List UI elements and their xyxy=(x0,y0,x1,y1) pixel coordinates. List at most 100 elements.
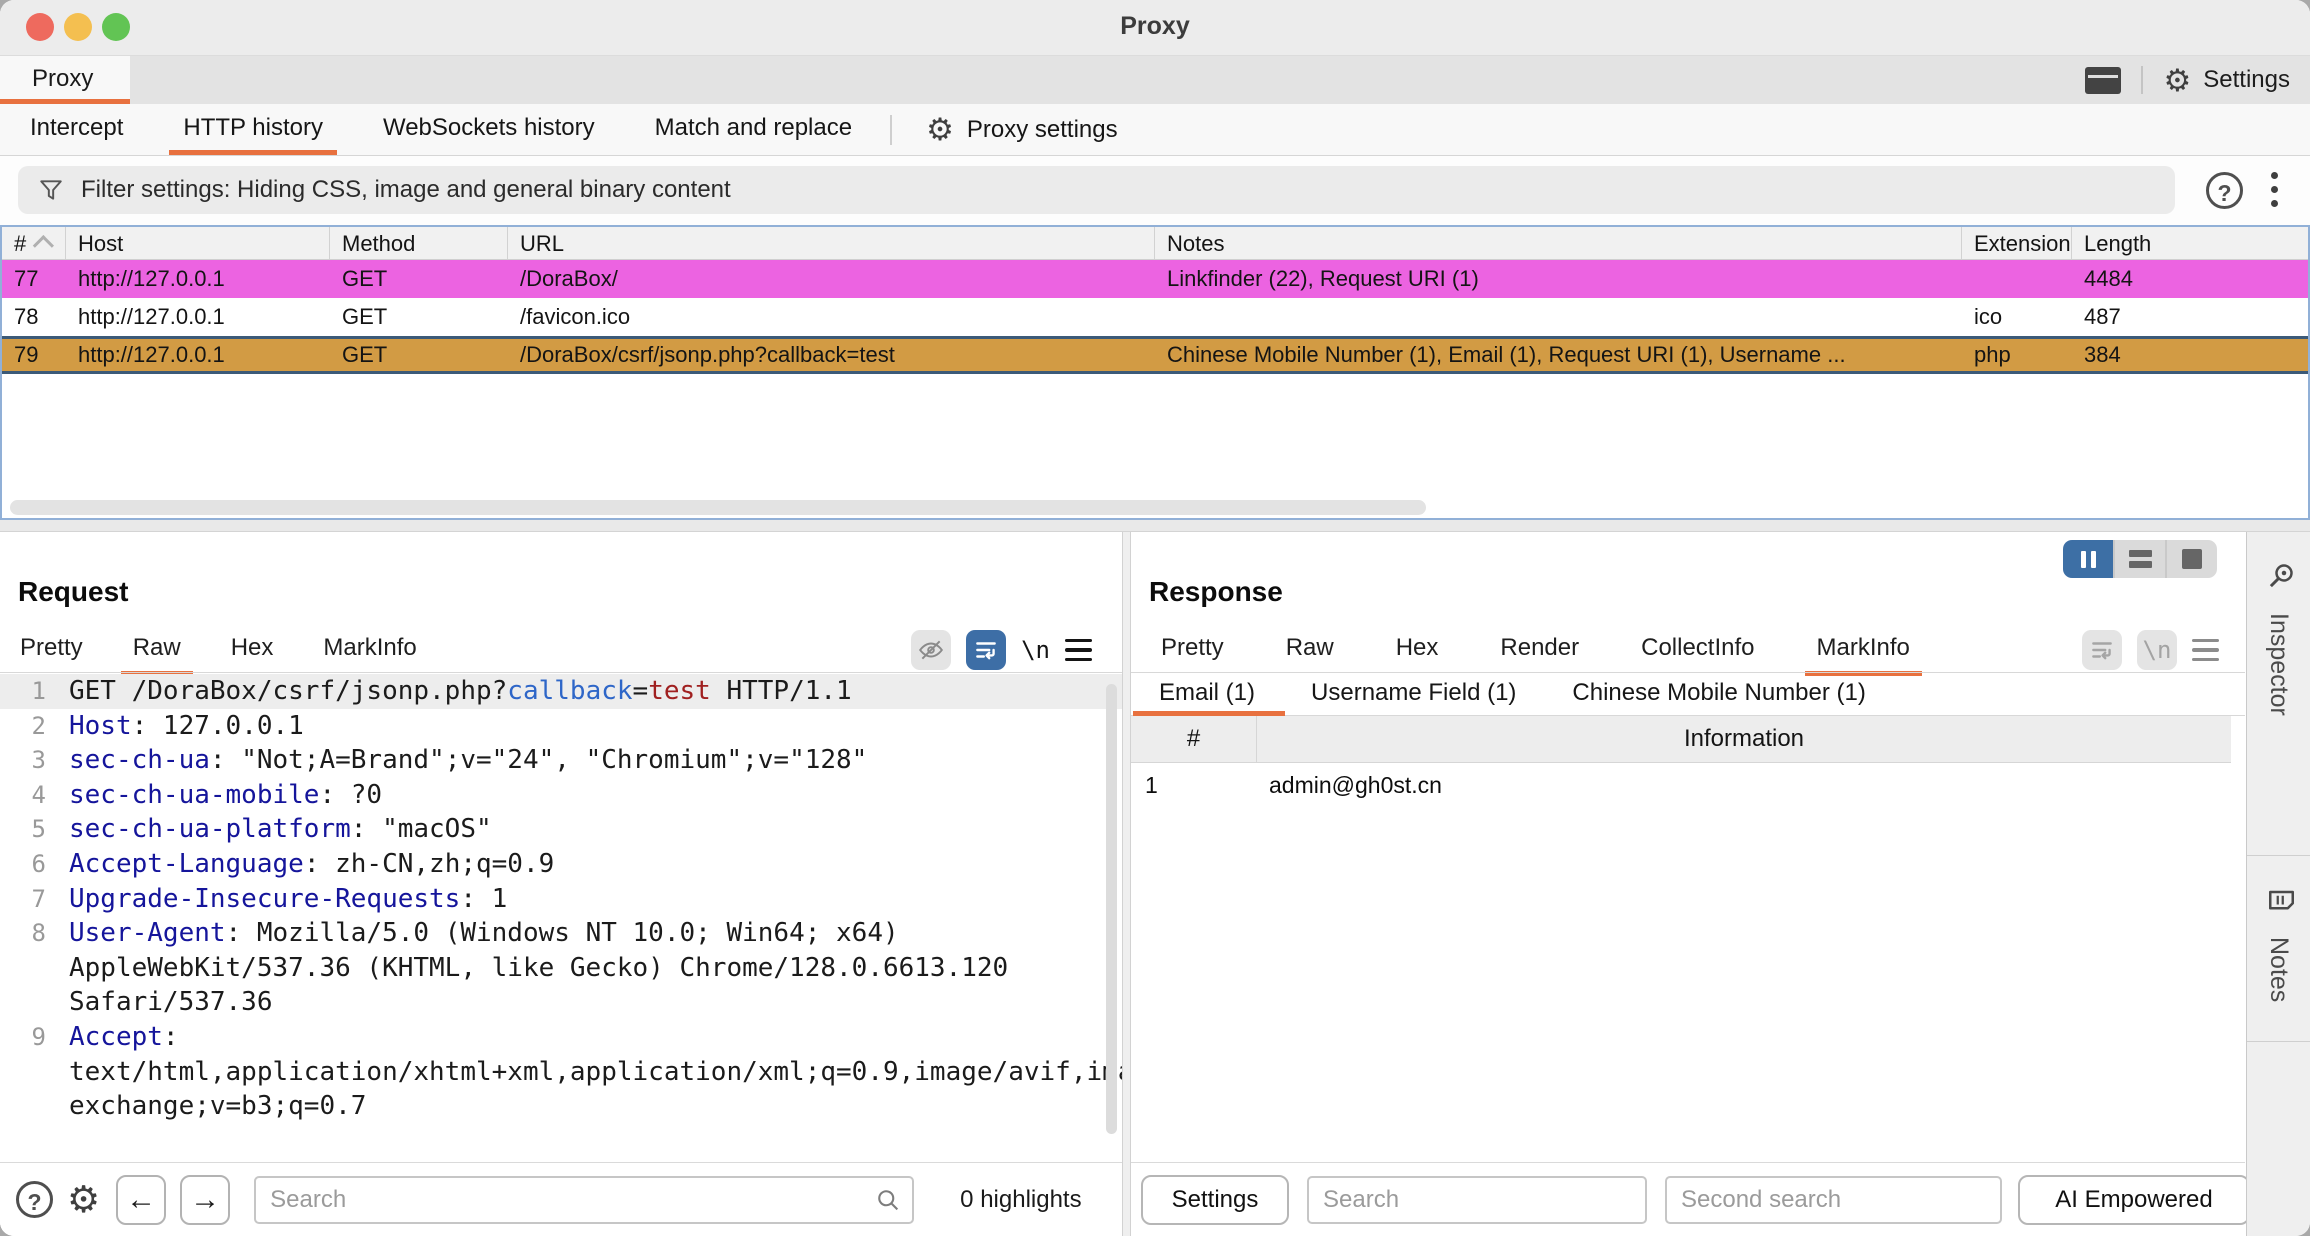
pause-icon[interactable] xyxy=(2063,540,2113,578)
response-tab-pretty[interactable]: Pretty xyxy=(1161,628,1224,672)
panel-layout-icon[interactable] xyxy=(2085,66,2122,94)
info-row[interactable]: 1 admin@gh0st.cn xyxy=(1131,763,2231,808)
request-line-8: 8 User-Agent: Mozilla/5.0 (Windows NT 10.… xyxy=(0,916,1122,1020)
inspector-icon xyxy=(2261,561,2296,591)
column-header-host[interactable]: Host xyxy=(66,227,330,259)
line-number: 2 xyxy=(31,711,46,740)
cell-length: 4484 xyxy=(2084,266,2133,291)
markinfo-search xyxy=(1307,1175,1647,1224)
subtab-http-history[interactable]: HTTP history xyxy=(153,104,353,155)
sort-asc-icon xyxy=(33,234,55,256)
cell-host: http://127.0.0.1 xyxy=(78,304,225,329)
right-sidebar: Inspector Notes xyxy=(2246,532,2310,1236)
cell-extension xyxy=(1962,260,2072,298)
line-content: User-Agent: Mozilla/5.0 (Windows NT 10.0… xyxy=(69,918,1024,1018)
menu-icon[interactable] xyxy=(2192,638,2219,662)
word-wrap-icon[interactable] xyxy=(2082,630,2122,670)
tab-proxy-settings[interactable]: ⚙ Proxy settings xyxy=(900,104,1144,155)
request-editor[interactable]: 1 GET /DoraBox/csrf/jsonp.php?callback=te… xyxy=(0,674,1122,1162)
markinfo-subtab-chinese-mobile-number-1[interactable]: Chinese Mobile Number (1) xyxy=(1572,674,1865,715)
hide-eye-icon[interactable] xyxy=(911,630,952,670)
history-row-78[interactable]: 78 http://127.0.0.1 GET/favicon.ico ico 487 xyxy=(2,298,2308,336)
layout-segmented-control xyxy=(2063,540,2217,578)
response-tab-raw[interactable]: Raw xyxy=(1286,628,1334,672)
markinfo-second-search-input[interactable] xyxy=(1667,1177,2000,1222)
cell-extension: php xyxy=(1974,342,2011,367)
split-rows-icon[interactable] xyxy=(2113,540,2165,578)
request-tab-pretty[interactable]: Pretty xyxy=(20,628,83,672)
subtab-match-and-replace[interactable]: Match and replace xyxy=(625,104,882,155)
markinfo-table-header: # Information xyxy=(1131,716,2231,763)
window-title: Proxy xyxy=(1120,12,1190,40)
tab-notes[interactable]: Notes xyxy=(2247,856,2310,1042)
line-number: 9 xyxy=(31,1022,46,1051)
funnel-icon xyxy=(40,180,62,200)
single-pane-icon[interactable] xyxy=(2165,540,2217,578)
request-line-6: 6 Accept-Language: zh-CN,zh;q=0.9 xyxy=(0,847,1122,882)
markinfo-subtab-email-1[interactable]: Email (1) xyxy=(1132,674,1286,716)
more-options-icon[interactable] xyxy=(2270,172,2278,210)
column-header-length[interactable]: Length xyxy=(2072,227,2308,259)
divider xyxy=(0,672,1122,673)
request-tab-hex[interactable]: Hex xyxy=(231,628,274,672)
markinfo-second-search xyxy=(1665,1175,2002,1224)
column-header-[interactable]: # xyxy=(2,227,66,259)
help-icon[interactable]: ? xyxy=(2206,172,2243,209)
ai-empowered-button[interactable]: AI Empowered xyxy=(2018,1174,2250,1225)
column-header-extension[interactable]: Extension xyxy=(1962,227,2072,259)
markinfo-settings-button[interactable]: Settings xyxy=(1141,1174,1289,1225)
horizontal-scrollbar[interactable] xyxy=(10,500,1426,515)
info-cell: admin@gh0st.cn xyxy=(1269,772,1442,798)
splitter-vertical[interactable] xyxy=(1122,532,1131,1236)
response-tab-collectinfo[interactable]: CollectInfo xyxy=(1641,628,1754,672)
tab-inspector[interactable]: Inspector xyxy=(2247,532,2310,856)
info-column-information[interactable]: Information xyxy=(1257,716,2231,762)
titlebar: Proxy xyxy=(0,0,2310,56)
cell-num: 78 xyxy=(14,304,39,329)
gear-icon: ⚙ xyxy=(926,112,954,147)
tab-proxy-label: Proxy xyxy=(32,65,94,92)
help-icon[interactable]: ? xyxy=(16,1181,53,1218)
subtab-separator xyxy=(890,114,893,145)
line-content: Accept: text/html,application/xhtml+xml,… xyxy=(69,1021,1122,1122)
settings-button[interactable]: ⚙ Settings xyxy=(2163,65,2290,96)
markinfo-search-input[interactable] xyxy=(1309,1177,1645,1222)
filter-settings-text: Filter settings: Hiding CSS, image and g… xyxy=(81,176,731,203)
column-header-url[interactable]: URL xyxy=(508,227,1155,259)
subtab-intercept[interactable]: Intercept xyxy=(0,104,153,155)
tab-proxy[interactable]: Proxy xyxy=(0,56,130,104)
response-tab-render[interactable]: Render xyxy=(1500,628,1579,672)
word-wrap-icon[interactable] xyxy=(966,630,1007,670)
splitter-horizontal[interactable] xyxy=(0,520,2310,532)
info-column-[interactable]: # xyxy=(1131,716,1257,762)
request-tab-markinfo[interactable]: MarkInfo xyxy=(323,628,416,672)
response-tab-markinfo[interactable]: MarkInfo xyxy=(1804,628,1923,676)
menu-icon[interactable] xyxy=(1065,638,1092,662)
vertical-scrollbar[interactable] xyxy=(1106,684,1117,1134)
markinfo-subtab-username-field-1[interactable]: Username Field (1) xyxy=(1311,674,1516,715)
request-line-7: 7 Upgrade-Insecure-Requests: 1 xyxy=(0,882,1122,917)
request-search-input[interactable] xyxy=(256,1177,913,1222)
request-tab-raw[interactable]: Raw xyxy=(120,628,193,676)
gear-icon[interactable]: ⚙ xyxy=(67,1181,100,1218)
cell-host: http://127.0.0.1 xyxy=(78,266,225,291)
http-history-table: # Host Method URL Notes Extension Length 77 htt… xyxy=(0,225,2310,520)
search-prev-button[interactable]: ← xyxy=(116,1174,167,1225)
filter-settings-bar[interactable]: Filter settings: Hiding CSS, image and g… xyxy=(18,166,2175,214)
history-row-77[interactable]: 77 http://127.0.0.1 GET/DoraBox/Linkfinder… xyxy=(2,260,2308,298)
cell-num: 77 xyxy=(14,266,39,291)
response-tab-hex[interactable]: Hex xyxy=(1396,628,1439,672)
column-header-notes[interactable]: Notes xyxy=(1155,227,1962,259)
response-title: Response xyxy=(1149,576,1283,607)
history-row-79[interactable]: 79 http://127.0.0.1 GET/DoraBox/csrf/jsonp… xyxy=(2,336,2308,374)
response-panel: Response Pretty Raw Hex Render CollectInfo Ma… xyxy=(1131,532,2250,1236)
search-next-button[interactable]: → xyxy=(180,1174,231,1225)
line-content: GET /DoraBox/csrf/jsonp.php?callback=tes… xyxy=(69,676,852,706)
line-content: Host: 127.0.0.1 xyxy=(69,710,304,741)
newline-toggle-icon[interactable]: \n xyxy=(2137,630,2177,670)
column-header-method[interactable]: Method xyxy=(330,227,508,259)
line-number: 6 xyxy=(31,849,46,878)
subtab-websockets-history[interactable]: WebSockets history xyxy=(353,104,625,155)
markinfo-subtabs: Email (1) Username Field (1) Chinese Mobil… xyxy=(1131,674,2245,716)
newline-toggle-icon[interactable]: \n xyxy=(1021,636,1050,664)
